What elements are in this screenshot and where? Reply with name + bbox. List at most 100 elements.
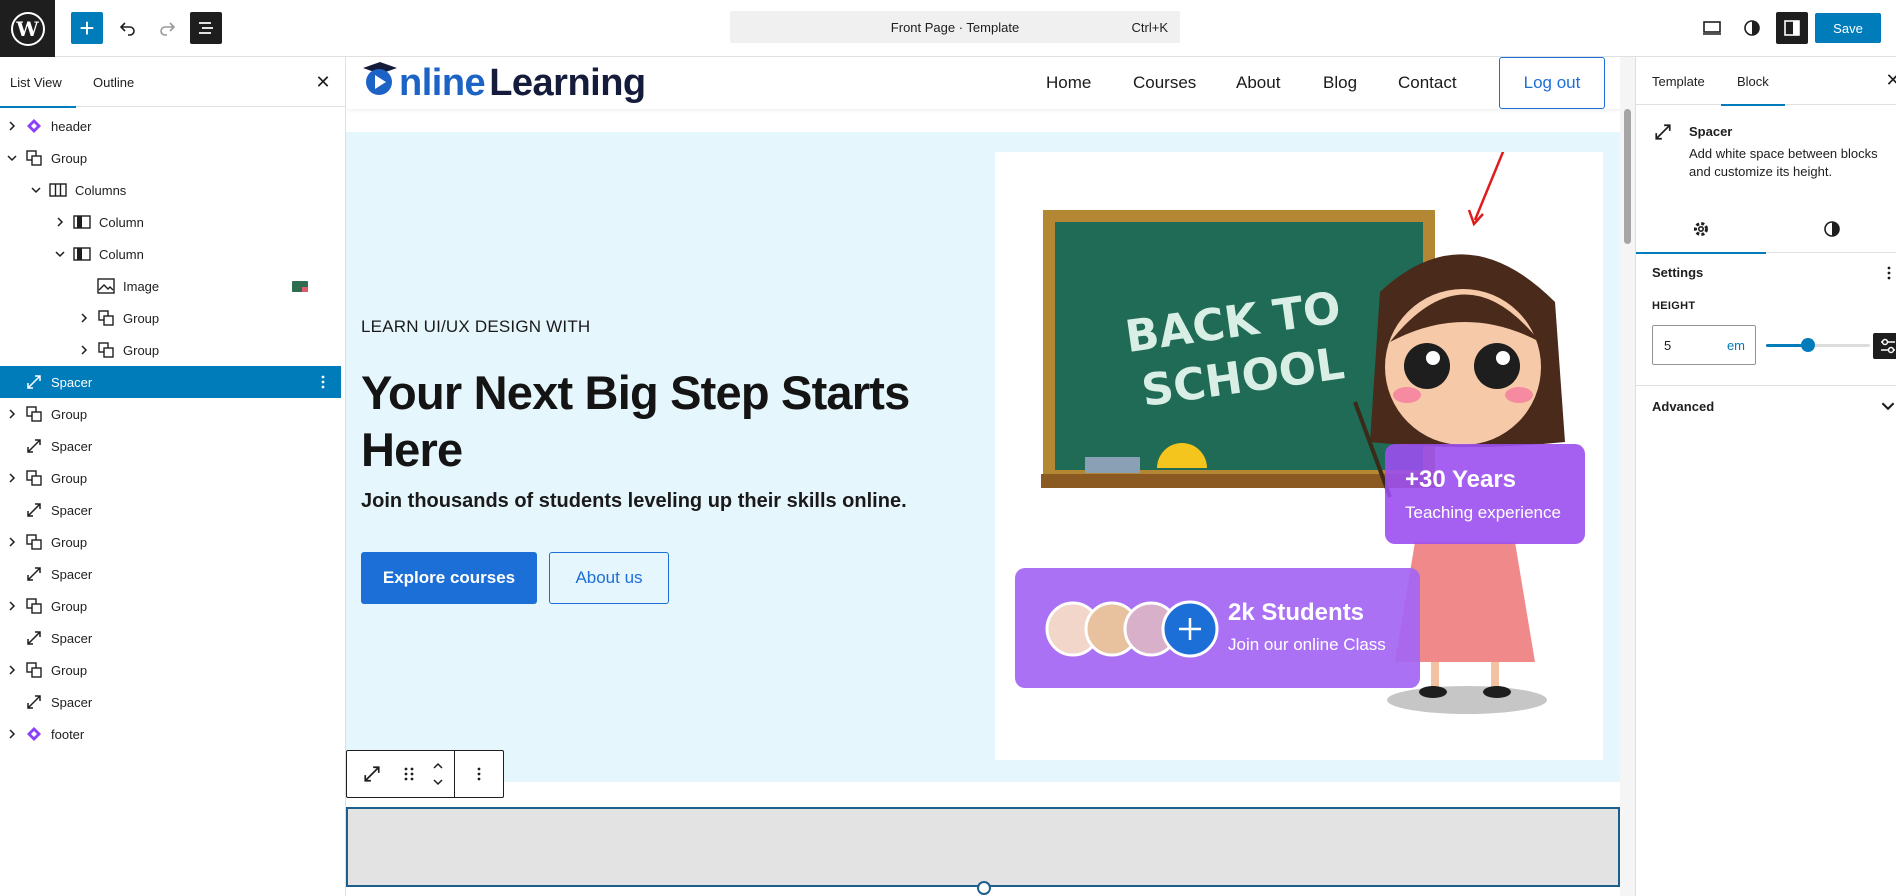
list-item[interactable]: Group — [0, 526, 341, 558]
nav-home[interactable]: Home — [1046, 57, 1091, 109]
block-inspector-tabs — [1636, 205, 1896, 254]
canvas-scrollbar[interactable] — [1620, 57, 1635, 896]
spacer-icon — [24, 692, 44, 712]
chevron-right-icon[interactable] — [5, 727, 19, 741]
redo-button[interactable] — [151, 12, 183, 44]
document-overview-button[interactable] — [190, 12, 222, 44]
advanced-panel-toggle[interactable]: Advanced — [1652, 399, 1714, 414]
about-us-button[interactable]: About us — [549, 552, 669, 604]
group-icon — [24, 468, 44, 488]
block-inserter-button[interactable]: + — [71, 12, 103, 44]
tab-settings[interactable] — [1636, 205, 1766, 254]
block-card: Spacer Add white space between blocks an… — [1636, 105, 1896, 254]
nav-blog[interactable]: Blog — [1323, 57, 1357, 109]
more-vertical-icon — [477, 767, 481, 781]
list-item[interactable]: Group — [0, 462, 341, 494]
height-input[interactable]: 5 em — [1652, 325, 1756, 365]
chevron-right-icon[interactable] — [5, 599, 19, 613]
tab-list-view[interactable]: List View — [0, 57, 76, 108]
chevron-right-icon[interactable] — [5, 471, 19, 485]
height-value: 5 — [1664, 338, 1672, 353]
tab-block[interactable]: Block — [1721, 57, 1785, 106]
list-item-label: Column — [99, 214, 144, 230]
nav-contact[interactable]: Contact — [1398, 57, 1457, 109]
list-item-label: Group — [123, 310, 160, 326]
chevron-right-icon[interactable] — [5, 663, 19, 677]
list-item[interactable]: header — [0, 110, 341, 142]
list-item[interactable]: Group — [0, 398, 341, 430]
tab-outline[interactable]: Outline — [93, 57, 134, 107]
chevron-down-icon[interactable] — [29, 183, 43, 197]
spacer-resize-handle[interactable] — [977, 881, 991, 895]
list-item[interactable]: Group — [0, 590, 341, 622]
chevron-right-icon[interactable] — [77, 343, 91, 357]
list-item[interactable]: footer — [0, 718, 341, 750]
list-item[interactable]: Group — [0, 302, 341, 334]
chevron-right-icon[interactable] — [5, 535, 19, 549]
half-circle-icon — [1744, 20, 1760, 36]
site-logo[interactable]: nline Learning — [361, 59, 646, 107]
chevron-right-icon[interactable] — [77, 311, 91, 325]
list-item[interactable]: Spacer — [0, 430, 341, 462]
drag-handle[interactable] — [397, 751, 421, 797]
list-item[interactable]: Column — [0, 206, 341, 238]
wordpress-logo-button[interactable]: W — [0, 0, 55, 57]
close-panel-button[interactable]: ✕ — [312, 71, 334, 93]
list-item[interactable]: Group — [0, 142, 341, 174]
chevron-down-icon[interactable] — [53, 247, 67, 261]
list-item[interactable]: Group — [0, 334, 341, 366]
chevron-down-icon[interactable] — [1881, 399, 1896, 415]
height-slider-thumb[interactable] — [1800, 338, 1815, 352]
more-vertical-icon[interactable] — [315, 374, 331, 390]
hero-section[interactable]: LEARN UI/UX DESIGN WITH Your Next Big St… — [346, 132, 1620, 782]
chevron-right-icon[interactable] — [53, 215, 67, 229]
list-item-label: Spacer — [51, 566, 93, 582]
nav-courses[interactable]: Courses — [1133, 57, 1196, 109]
list-item[interactable]: Spacer — [0, 622, 341, 654]
scrollbar-thumb[interactable] — [1624, 109, 1631, 244]
device-preview-button[interactable] — [1696, 12, 1728, 44]
nav-about[interactable]: About — [1236, 57, 1280, 109]
styles-button[interactable] — [1736, 12, 1768, 44]
height-slider[interactable] — [1766, 338, 1870, 352]
logout-button[interactable]: Log out — [1499, 57, 1605, 109]
list-item[interactable]: Columns — [0, 174, 341, 206]
logo-play-icon — [361, 60, 399, 106]
editor-top-toolbar: W + Front Page · Template Ctrl+K Save — [0, 0, 1896, 57]
close-sidebar-button[interactable]: ✕ — [1883, 70, 1896, 90]
explore-courses-button[interactable]: Explore courses — [361, 552, 537, 604]
tab-styles[interactable] — [1767, 205, 1896, 253]
block-options-button[interactable] — [455, 751, 503, 797]
list-item[interactable]: Image — [0, 270, 341, 302]
hero-title: Your Next Big Step Starts Here — [361, 366, 910, 476]
chevron-right-icon[interactable] — [5, 119, 19, 133]
chevron-right-icon[interactable] — [5, 407, 19, 421]
document-overview-panel: List View Outline ✕ header Group Columns… — [0, 57, 346, 896]
column-icon — [72, 244, 92, 264]
sidebar-tabs: Template Block ✕ — [1636, 57, 1896, 106]
hero-image[interactable]: BACK TO SCHOOL +30 Years Teaching experi… — [995, 152, 1603, 760]
undo-button[interactable] — [112, 12, 144, 44]
spacer-icon — [364, 766, 380, 782]
settings-options-button[interactable] — [1881, 265, 1896, 281]
list-item[interactable]: Spacer — [0, 558, 341, 590]
block-type-button[interactable] — [347, 751, 397, 797]
height-label: HEIGHT — [1652, 300, 1696, 312]
move-up-down-buttons[interactable] — [421, 751, 455, 797]
height-unit-select[interactable]: em — [1727, 338, 1745, 353]
tab-template[interactable]: Template — [1652, 57, 1705, 105]
chevron-down-icon[interactable] — [5, 151, 19, 165]
save-button[interactable]: Save — [1815, 13, 1881, 43]
list-item[interactable]: Spacer — [0, 686, 341, 718]
command-palette-bar[interactable]: Front Page · Template Ctrl+K — [730, 11, 1180, 43]
logo-text-first: nline — [399, 61, 486, 104]
sidebar-icon — [1784, 20, 1800, 36]
list-item[interactable]: Column — [0, 238, 341, 270]
list-item-selected[interactable]: Spacer — [0, 366, 341, 398]
site-header[interactable]: nline Learning Home Courses About Blog C… — [346, 57, 1620, 109]
spacer-block-selected[interactable] — [346, 807, 1620, 887]
list-item[interactable]: Spacer — [0, 494, 341, 526]
settings-sidebar-button[interactable] — [1776, 12, 1808, 44]
list-item[interactable]: Group — [0, 654, 341, 686]
set-custom-size-button[interactable] — [1873, 333, 1896, 359]
